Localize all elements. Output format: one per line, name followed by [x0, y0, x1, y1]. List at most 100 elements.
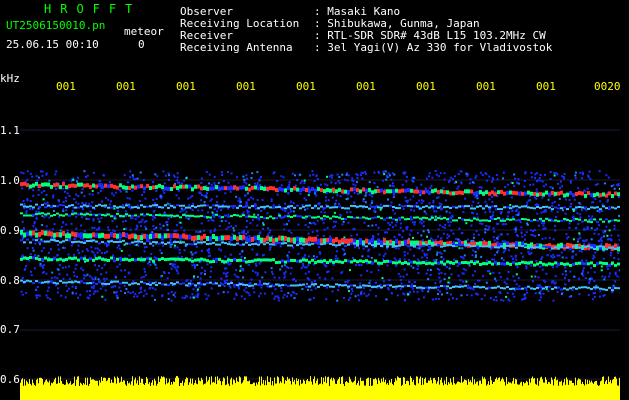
- signal-pixel: [41, 230, 44, 236]
- noise-pixel: [207, 250, 210, 253]
- noise-floor-sample: [198, 377, 199, 400]
- signal-pixel: [77, 213, 80, 216]
- noise-floor-sample: [148, 383, 149, 400]
- noise-pixel: [561, 175, 564, 178]
- noise-pixel: [598, 211, 601, 214]
- noise-floor-sample: [159, 382, 160, 400]
- signal-pixel: [263, 282, 266, 285]
- noise-pixel: [524, 171, 527, 174]
- noise-pixel: [88, 193, 91, 196]
- noise-floor-sample: [171, 382, 172, 400]
- signal-pixel: [437, 244, 440, 246]
- noise-floor-sample: [474, 379, 475, 400]
- noise-pixel: [108, 181, 111, 184]
- signal-pixel: [272, 285, 275, 288]
- noise-pixel: [335, 255, 338, 257]
- noise-pixel: [347, 174, 350, 177]
- signal-pixel: [101, 232, 104, 238]
- noise-pixel: [235, 269, 237, 272]
- signal-pixel: [446, 260, 449, 264]
- noise-pixel: [200, 181, 203, 184]
- signal-pixel: [374, 259, 377, 263]
- noise-pixel: [464, 269, 467, 272]
- noise-pixel: [541, 196, 544, 199]
- signal-pixel: [98, 183, 101, 188]
- noise-floor-sample: [454, 383, 455, 400]
- noise-pixel: [394, 224, 397, 227]
- signal-pixel: [77, 206, 80, 209]
- noise-floor-sample: [141, 378, 142, 400]
- noise-pixel: [107, 229, 110, 232]
- signal-pixel: [50, 258, 53, 262]
- signal-pixel: [386, 204, 389, 207]
- noise-pixel: [542, 292, 545, 295]
- signal-pixel: [557, 220, 560, 223]
- signal-pixel: [263, 243, 266, 246]
- noise-pixel: [325, 196, 328, 199]
- signal-pixel: [440, 245, 443, 248]
- signal-pixel: [530, 219, 533, 222]
- noise-pixel: [331, 196, 334, 199]
- noise-pixel: [477, 233, 480, 236]
- noise-floor-sample: [450, 378, 451, 400]
- signal-pixel: [431, 262, 434, 266]
- noise-pixel: [574, 177, 577, 180]
- signal-pixel: [302, 243, 305, 246]
- noise-floor-sample: [147, 378, 148, 400]
- noise-pixel: [564, 198, 567, 201]
- signal-pixel: [485, 219, 488, 222]
- signal-pixel: [527, 206, 530, 209]
- noise-pixel: [370, 256, 373, 259]
- signal-pixel: [251, 243, 254, 246]
- signal-pixel: [263, 258, 266, 262]
- noise-pixel: [84, 260, 86, 263]
- noise-pixel: [496, 178, 499, 181]
- signal-pixel: [173, 184, 176, 189]
- signal-pixel: [317, 285, 320, 288]
- signal-pixel: [140, 204, 143, 207]
- noise-floor-sample: [146, 377, 147, 400]
- signal-pixel: [38, 206, 41, 209]
- noise-pixel: [405, 176, 408, 178]
- noise-pixel: [352, 201, 355, 204]
- signal-pixel: [59, 280, 62, 283]
- noise-pixel: [412, 180, 415, 183]
- signal-pixel: [545, 263, 548, 267]
- noise-pixel: [522, 298, 525, 300]
- signal-pixel: [386, 189, 389, 194]
- noise-pixel: [36, 179, 39, 182]
- signal-pixel: [167, 206, 170, 209]
- noise-floor-sample: [388, 385, 389, 400]
- noise-pixel: [183, 179, 186, 182]
- noise-pixel: [97, 278, 100, 281]
- noise-floor-sample: [584, 385, 585, 400]
- noise-pixel: [500, 299, 503, 301]
- noise-pixel: [96, 268, 99, 271]
- noise-pixel: [363, 221, 366, 224]
- signal-pixel: [326, 284, 329, 287]
- noise-pixel: [256, 272, 259, 275]
- noise-pixel: [288, 229, 291, 232]
- noise-pixel: [390, 178, 393, 181]
- noise-pixel: [519, 221, 522, 224]
- noise-pixel: [71, 209, 74, 212]
- noise-pixel: [482, 275, 484, 278]
- noise-pixel: [54, 188, 57, 190]
- noise-floor-sample: [65, 384, 66, 400]
- noise-pixel: [201, 249, 203, 252]
- signal-pixel: [419, 189, 422, 194]
- signal-pixel: [431, 205, 434, 208]
- signal-pixel: [62, 258, 65, 262]
- noise-pixel: [243, 231, 245, 234]
- noise-pixel: [568, 226, 571, 229]
- noise-pixel: [292, 210, 295, 213]
- noise-pixel: [279, 245, 282, 248]
- noise-floor-sample: [368, 377, 369, 400]
- noise-pixel: [190, 279, 193, 282]
- noise-pixel: [465, 222, 468, 225]
- signal-pixel: [461, 191, 464, 195]
- noise-pixel: [176, 172, 179, 175]
- signal-pixel: [143, 186, 146, 191]
- noise-pixel: [426, 256, 428, 259]
- noise-floor-sample: [593, 383, 594, 400]
